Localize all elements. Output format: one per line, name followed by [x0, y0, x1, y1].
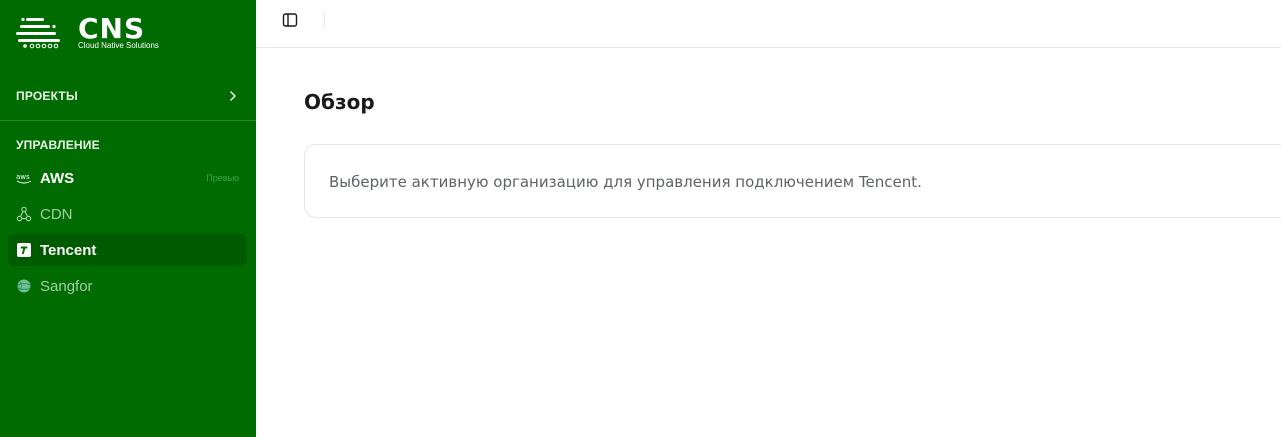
network-icon [16, 206, 32, 222]
sidebar-item-label: Sangfor [40, 277, 93, 295]
sidebar-item-label: AWS [40, 169, 75, 187]
info-message: Выберите активную организацию для управл… [329, 173, 922, 191]
projects-label: ПРОЕКТЫ [16, 89, 78, 103]
topbar-separator [324, 12, 325, 28]
brand-name: CNS [78, 12, 146, 45]
tencent-icon [16, 242, 32, 258]
sidebar-item-label: Tencent [40, 241, 97, 259]
sidebar: CNS Cloud Native Solutions ПРОЕКТЫ УПРАВ… [0, 0, 256, 437]
sidebar-item-aws[interactable]: aws AWS Превью [8, 162, 247, 194]
management-label: УПРАВЛЕНИЕ [16, 138, 100, 152]
brand-logo[interactable]: CNS Cloud Native Solutions [16, 14, 176, 52]
sidebar-item-tencent[interactable]: Tencent [8, 234, 247, 266]
sidebar-item-sangfor[interactable]: Sangfor [8, 270, 247, 302]
page-title: Обзор [304, 90, 375, 114]
cns-logo-icon [16, 17, 60, 49]
info-card: Выберите активную организацию для управл… [304, 144, 1281, 218]
chevron-right-icon [230, 91, 236, 101]
svg-text:aws: aws [16, 173, 30, 181]
sidebar-item-label: CDN [40, 205, 73, 223]
sidebar-divider [0, 120, 256, 121]
top-bar [256, 0, 1281, 48]
globe-icon [16, 278, 32, 294]
sidebar-projects-toggle[interactable]: ПРОЕКТЫ [0, 80, 256, 112]
sidebar-item-cdn[interactable]: CDN [8, 198, 247, 230]
aws-icon: aws [16, 170, 32, 186]
preview-badge: Превью [206, 173, 239, 183]
sidebar-toggle-icon[interactable] [282, 12, 298, 28]
brand-tagline: Cloud Native Solutions [78, 41, 159, 50]
